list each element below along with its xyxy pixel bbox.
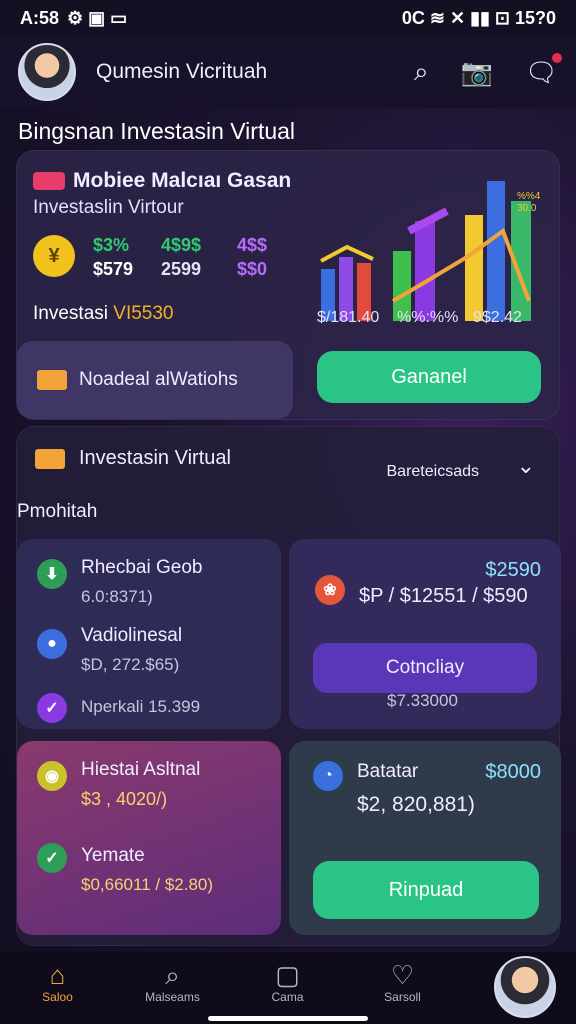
m3-r2-title: Yemate — [81, 845, 145, 866]
m4-title: Batatar — [357, 761, 419, 782]
mail-icon — [37, 370, 67, 390]
stat-1: $3% $579 — [93, 233, 133, 281]
mini-card-4[interactable]: ◔ Batatar $8000 $2, 820,881) Rinpuad — [289, 741, 561, 935]
chart-note-2: 30.0 — [517, 203, 537, 214]
square-icon: ▢ — [275, 960, 300, 990]
check-icon: ✓ — [37, 693, 67, 723]
m1-r3-title: Nperkali 15.399 — [81, 697, 201, 716]
nav-label-search: Malseams — [145, 990, 200, 1004]
hero-tag-label: Mobiee Malcıaı Gasan — [73, 169, 292, 192]
stat-2-bottom: 2599 — [161, 259, 202, 279]
notifications-pill[interactable]: Noadeal alWatiohs — [17, 341, 293, 419]
notification-dot — [552, 52, 562, 63]
investment-line: Investasi VI5530 — [33, 303, 174, 325]
m2-amount-top: $2590 — [485, 559, 541, 581]
panel-subtitle: Pmohitah — [17, 501, 98, 522]
chart-bar-7 — [487, 181, 505, 321]
status-time: A:58 — [20, 7, 60, 28]
stat-2: 4$9$ 2599 — [161, 233, 201, 281]
hero-subtitle: Investaslin Virtour — [33, 197, 184, 218]
mini-card-3[interactable]: ◉ Hiestai Asltnal $3 , 4020/) ✓ Yemate $… — [17, 741, 281, 935]
m2-sub: $7.33000 — [387, 691, 458, 710]
chart-line-2 — [391, 227, 531, 303]
chat-icon[interactable]: 🗨 — [525, 52, 562, 88]
action-button[interactable]: Cotncliay — [313, 643, 537, 693]
m1-r1-value: 6.0:8371) — [81, 587, 153, 606]
status-right-icons: 0C ≋ ✕ ▮▮ ⊡ 15?0 — [401, 7, 556, 28]
secondary-cta-button[interactable]: Rinpuad — [313, 861, 539, 919]
investment-value: VI5530 — [113, 303, 174, 324]
filter-dropdown[interactable]: Bareteicsads — [387, 463, 480, 481]
nav-item-search[interactable]: ⌕ Malseams — [115, 960, 230, 1004]
down-arrow-icon: ⬇ — [37, 559, 67, 589]
investment-label: Investasi — [33, 303, 108, 324]
stat-2-top: 4$9$ — [161, 235, 202, 255]
notifications-label: Noadeal alWatiohs — [79, 369, 238, 390]
chart-tick-1: $/181.40 — [317, 309, 380, 326]
m1-r1-title: Rhecbai Geob — [81, 557, 203, 578]
stat-1-top: $3% — [93, 235, 130, 255]
chevron-down-icon[interactable]: ⌄ — [517, 453, 535, 479]
stat-3-top: 4$$ — [237, 235, 268, 255]
primary-cta-button[interactable]: Gananel — [317, 351, 541, 403]
target-icon: ◉ — [37, 761, 67, 791]
nav-item-camera[interactable]: ▢ Cama — [230, 960, 345, 1004]
camera-icon[interactable]: 📷 — [461, 57, 493, 88]
section-title: Bingsnan Investasin Virtual — [18, 118, 296, 144]
bottom-nav: ⌂ Saloo ⌕ Malseams ▢ Cama ♡ Sarsoll — [0, 952, 576, 1024]
profile-avatar[interactable] — [494, 956, 556, 1018]
m3-r1-title: Hiestai Asltnal — [81, 759, 201, 780]
chart-tick-2: %%:%% — [397, 309, 459, 326]
m4-amount: $8000 — [485, 761, 541, 783]
tag-chip — [33, 172, 65, 190]
m4-value: $2, 820,881) — [357, 793, 475, 816]
status-bar: A:58 ⚙ ▣ ▭ 0C ≋ ✕ ▮▮ ⊡ 15?0 — [0, 0, 576, 36]
m3-r2-value: $0,66011 / $2.80) — [81, 875, 214, 894]
nav-label-camera: Cama — [271, 990, 304, 1004]
clock-icon: ◔ — [313, 761, 343, 791]
app-header: Qumesin Vicrituah ⌕ 📷 🗨 — [0, 36, 576, 108]
page-title: Qumesin Vicrituah — [96, 60, 268, 83]
stat-3: 4$$ $$0 — [237, 233, 267, 281]
gift-icon: ❀ — [315, 575, 345, 605]
search-icon[interactable]: ⌕ — [414, 56, 429, 88]
user-icon: ● — [37, 629, 67, 659]
nav-item-home[interactable]: ⌂ Saloo — [0, 960, 115, 1004]
status-left-icons: ⚙ ▣ ▭ — [67, 7, 128, 28]
chart-bar-6 — [465, 215, 483, 321]
nav-label-home: Saloo — [42, 990, 73, 1004]
hero-tag: Mobiee Malcıaı Gasan — [33, 169, 291, 193]
nav-item-notifications[interactable]: ♡ Sarsoll — [345, 960, 460, 1004]
growth-chart: %%4 30.0 — [320, 181, 541, 321]
hero-card: Mobiee Malcıaı Gasan Investaslin Virtour… — [16, 150, 560, 420]
m3-r1-value: $3 , 4020/) — [81, 789, 168, 809]
search-icon: ⌕ — [165, 960, 180, 990]
chart-bar-5 — [415, 221, 435, 321]
mail-icon — [35, 448, 65, 469]
nav-label-notifications: Sarsoll — [384, 990, 421, 1004]
panel-title: Investasin Virtual — [79, 447, 231, 469]
bell-icon: ♡ — [390, 960, 415, 990]
coin-icon: ¥ — [33, 235, 75, 277]
m1-r2-title: Vadiolinesal — [81, 625, 183, 646]
stat-3-bottom: $$0 — [237, 259, 268, 279]
chart-note: %%4 — [517, 191, 541, 202]
check-icon: ✓ — [37, 843, 67, 873]
avatar[interactable] — [18, 43, 76, 101]
m2-amount-mid: $P / $12551 / $590 — [359, 585, 528, 607]
mini-card-2[interactable]: $2590 ❀ $P / $12551 / $590 Cotncliay $7.… — [289, 539, 561, 729]
m1-r2-value: $D, 272.$65) — [81, 655, 180, 674]
home-icon: ⌂ — [49, 960, 66, 990]
chart-tick-3: 9$2.42 — [473, 309, 522, 326]
mini-card-1[interactable]: ⬇ Rhecbai Geob 6.0:8371) ● Vadiolinesal … — [17, 539, 281, 729]
investment-panel: Investasin Virtual Bareteicsads ⌄ Pmohit… — [16, 426, 561, 946]
stat-1-bottom: $579 — [93, 259, 134, 279]
home-indicator[interactable] — [208, 1016, 368, 1021]
